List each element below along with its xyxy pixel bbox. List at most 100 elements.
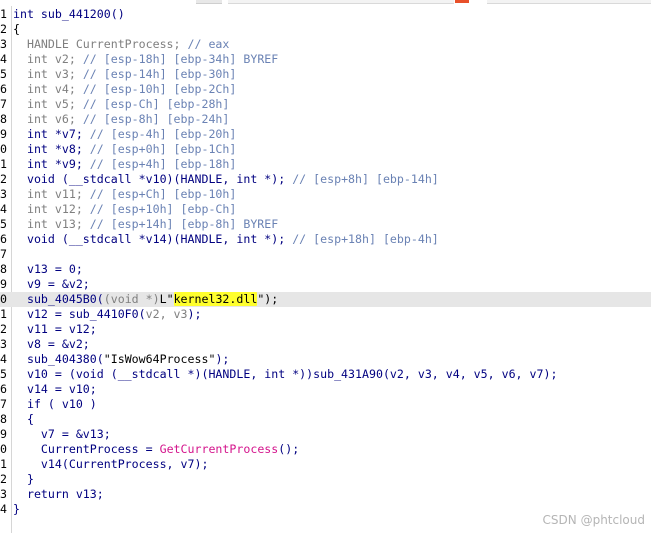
code-text[interactable]: sub_404380("IsWow64Process"); (13, 352, 229, 367)
code-text[interactable]: sub_4045B0((void *)L"kernel32.dll"); (13, 292, 278, 307)
code-line[interactable]: 7 if ( v10 ) (0, 397, 651, 412)
code-line[interactable]: 0 int *v8; // [esp+0h] [ebp-1Ch] (0, 142, 651, 157)
code-text[interactable]: int v5; // [esp-Ch] [ebp-28h] (13, 97, 229, 112)
code-line[interactable]: 4 sub_404380("IsWow64Process"); (0, 352, 651, 367)
code-line[interactable]: 9 int *v7; // [esp-4h] [ebp-20h] (0, 127, 651, 142)
code-line[interactable]: 7 (0, 247, 651, 262)
code-text[interactable]: v7 = &v13; (13, 427, 111, 442)
code-token: v12 = sub_4410F0( (13, 307, 146, 321)
code-line[interactable]: 1 int sub_441200() (0, 7, 651, 22)
code-line[interactable]: 5 int v13; // [esp+14h] [ebp-8h] BYREF (0, 217, 651, 232)
code-token: "IsWow64Process" (103, 352, 216, 366)
code-line[interactable]: 6 void (__stdcall *v14)(HANDLE, int *); … (0, 232, 651, 247)
code-text[interactable]: int v13; // [esp+14h] [ebp-8h] BYREF (13, 217, 278, 232)
code-line[interactable]: 5 int v3; // [esp-14h] [ebp-30h] (0, 67, 651, 82)
code-token: int v4; (13, 82, 83, 96)
code-line[interactable]: 1 int *v9; // [esp+4h] [ebp-18h] (0, 157, 651, 172)
code-text[interactable]: int v3; // [esp-14h] [ebp-30h] (13, 67, 236, 82)
code-listing[interactable]: 1 int sub_441200() 2{3 HANDLE CurrentProce… (0, 7, 651, 517)
code-line[interactable]: 1 v12 = sub_4410F0(v2, v3); (0, 307, 651, 322)
tab-partial[interactable] (228, 0, 454, 4)
code-line[interactable]: 9 v9 = &v2; (0, 277, 651, 292)
code-token: // eax (187, 37, 230, 51)
code-text[interactable]: } (13, 502, 20, 517)
code-line[interactable]: 3 int v11; // [esp+Ch] [ebp-10h] (0, 187, 651, 202)
code-text[interactable]: int v2; // [esp-18h] [ebp-34h] BYREF (13, 52, 278, 67)
code-text[interactable]: return v13; (13, 487, 104, 502)
code-text[interactable]: v8 = &v2; (13, 337, 90, 352)
code-token: // [esp+10h] [ebp-Ch] (89, 202, 237, 216)
code-token: (void *) (103, 292, 160, 306)
code-line[interactable]: 3 return v13; (0, 487, 651, 502)
code-line[interactable]: 2{ (0, 22, 651, 37)
code-text[interactable]: int v11; // [esp+Ch] [ebp-10h] (13, 187, 236, 202)
code-line[interactable]: 0 CurrentProcess = GetCurrentProcess(); (0, 442, 651, 457)
code-text[interactable]: int v4; // [esp-10h] [ebp-2Ch] (13, 82, 236, 97)
code-token: int sub_441200() (13, 7, 125, 21)
code-text[interactable]: v9 = &v2; (13, 277, 90, 292)
code-line[interactable]: 6 v14 = v10; (0, 382, 651, 397)
line-number: 9 (0, 127, 7, 141)
code-text[interactable]: v13 = 0; (13, 262, 83, 277)
code-token: int *v8; (13, 142, 90, 156)
code-text[interactable]: { (13, 22, 20, 37)
code-line[interactable]: 2 void (__stdcall *v10)(HANDLE, int *); … (0, 172, 651, 187)
code-text[interactable]: int sub_441200() (13, 7, 125, 22)
code-line[interactable]: 4 int v2; // [esp-18h] [ebp-34h] BYREF (0, 52, 651, 67)
code-token: // [esp+8h] [ebp-14h] (292, 172, 439, 186)
code-text[interactable]: v14(CurrentProcess, v7); (13, 457, 209, 472)
code-line[interactable]: 5 v10 = (void (__stdcall *)(HANDLE, int … (0, 367, 651, 382)
line-number: 7 (0, 247, 7, 261)
code-line[interactable]: 8 v13 = 0; (0, 262, 651, 277)
line-number: 8 (0, 262, 7, 276)
code-text[interactable]: v11 = v12; (13, 322, 97, 337)
code-line[interactable]: 7 int v5; // [esp-Ch] [ebp-28h] (0, 97, 651, 112)
code-text[interactable]: int *v9; // [esp+4h] [ebp-18h] (13, 157, 236, 172)
code-line[interactable]: 8 int v6; // [esp-8h] [ebp-24h] (0, 112, 651, 127)
tab-partial[interactable] (196, 0, 222, 4)
code-token: v9 = &v2; (13, 277, 90, 291)
code-text[interactable]: int *v8; // [esp+0h] [ebp-1Ch] (13, 142, 236, 157)
code-token: L" (159, 292, 174, 306)
code-line[interactable]: 9 v7 = &v13; (0, 427, 651, 442)
code-line[interactable]: 3 HANDLE CurrentProcess; // eax (0, 37, 651, 52)
tab-partial[interactable] (487, 0, 651, 4)
tab-strip (0, 0, 651, 6)
code-line[interactable]: 3 v8 = &v2; (0, 337, 651, 352)
code-token: // [esp-10h] [ebp-2Ch] (82, 82, 237, 96)
code-line[interactable]: 6 int v4; // [esp-10h] [ebp-2Ch] (0, 82, 651, 97)
pseudocode-view[interactable]: 1 int sub_441200() 2{3 HANDLE CurrentProce… (0, 0, 651, 533)
code-token: { (13, 22, 20, 36)
code-text[interactable]: v12 = sub_4410F0(v2, v3); (13, 307, 202, 322)
code-text[interactable]: void (__stdcall *v14)(HANDLE, int *); //… (13, 232, 439, 247)
code-text[interactable]: { (13, 412, 34, 427)
code-token: v11 = v12; (13, 322, 97, 336)
code-token: } (13, 502, 20, 516)
code-text[interactable]: if ( v10 ) (13, 397, 97, 412)
code-line[interactable]: 8 { (0, 412, 651, 427)
code-line-current[interactable]: 0 sub_4045B0((void *)L"kernel32.dll"); (0, 292, 651, 307)
code-text[interactable]: int v12; // [esp+10h] [ebp-Ch] (13, 202, 236, 217)
code-text[interactable]: void (__stdcall *v10)(HANDLE, int *); //… (13, 172, 439, 187)
code-line[interactable]: 4 int v12; // [esp+10h] [ebp-Ch] (0, 202, 651, 217)
code-text[interactable]: CurrentProcess = GetCurrentProcess(); (13, 442, 299, 457)
code-line[interactable]: 1 v14(CurrentProcess, v7); (0, 457, 651, 472)
code-text[interactable]: int *v7; // [esp-4h] [ebp-20h] (13, 127, 236, 142)
code-text[interactable]: v14 = v10; (13, 382, 97, 397)
code-text[interactable]: v10 = (void (__stdcall *)(HANDLE, int *)… (13, 367, 558, 382)
code-token: // [esp-18h] [ebp-34h] BYREF (82, 52, 279, 66)
close-icon[interactable] (455, 0, 469, 3)
line-number: 1 (0, 307, 7, 321)
code-text[interactable]: int v6; // [esp-8h] [ebp-24h] (13, 112, 229, 127)
code-token: v14(CurrentProcess, v7); (13, 457, 209, 471)
line-number: 7 (0, 397, 7, 411)
code-line[interactable]: 2 v11 = v12; (0, 322, 651, 337)
line-number: 7 (0, 97, 7, 111)
code-token: // [esp+Ch] [ebp-10h] (89, 187, 237, 201)
code-line[interactable]: 2 } (0, 472, 651, 487)
code-text[interactable]: HANDLE CurrentProcess; // eax (13, 37, 229, 52)
code-token: // [esp+14h] [ebp-8h] BYREF (89, 217, 279, 231)
line-number: 4 (0, 502, 7, 516)
code-text[interactable]: } (13, 472, 34, 487)
code-token: void (__stdcall *v14)(HANDLE, int *); (13, 232, 293, 246)
